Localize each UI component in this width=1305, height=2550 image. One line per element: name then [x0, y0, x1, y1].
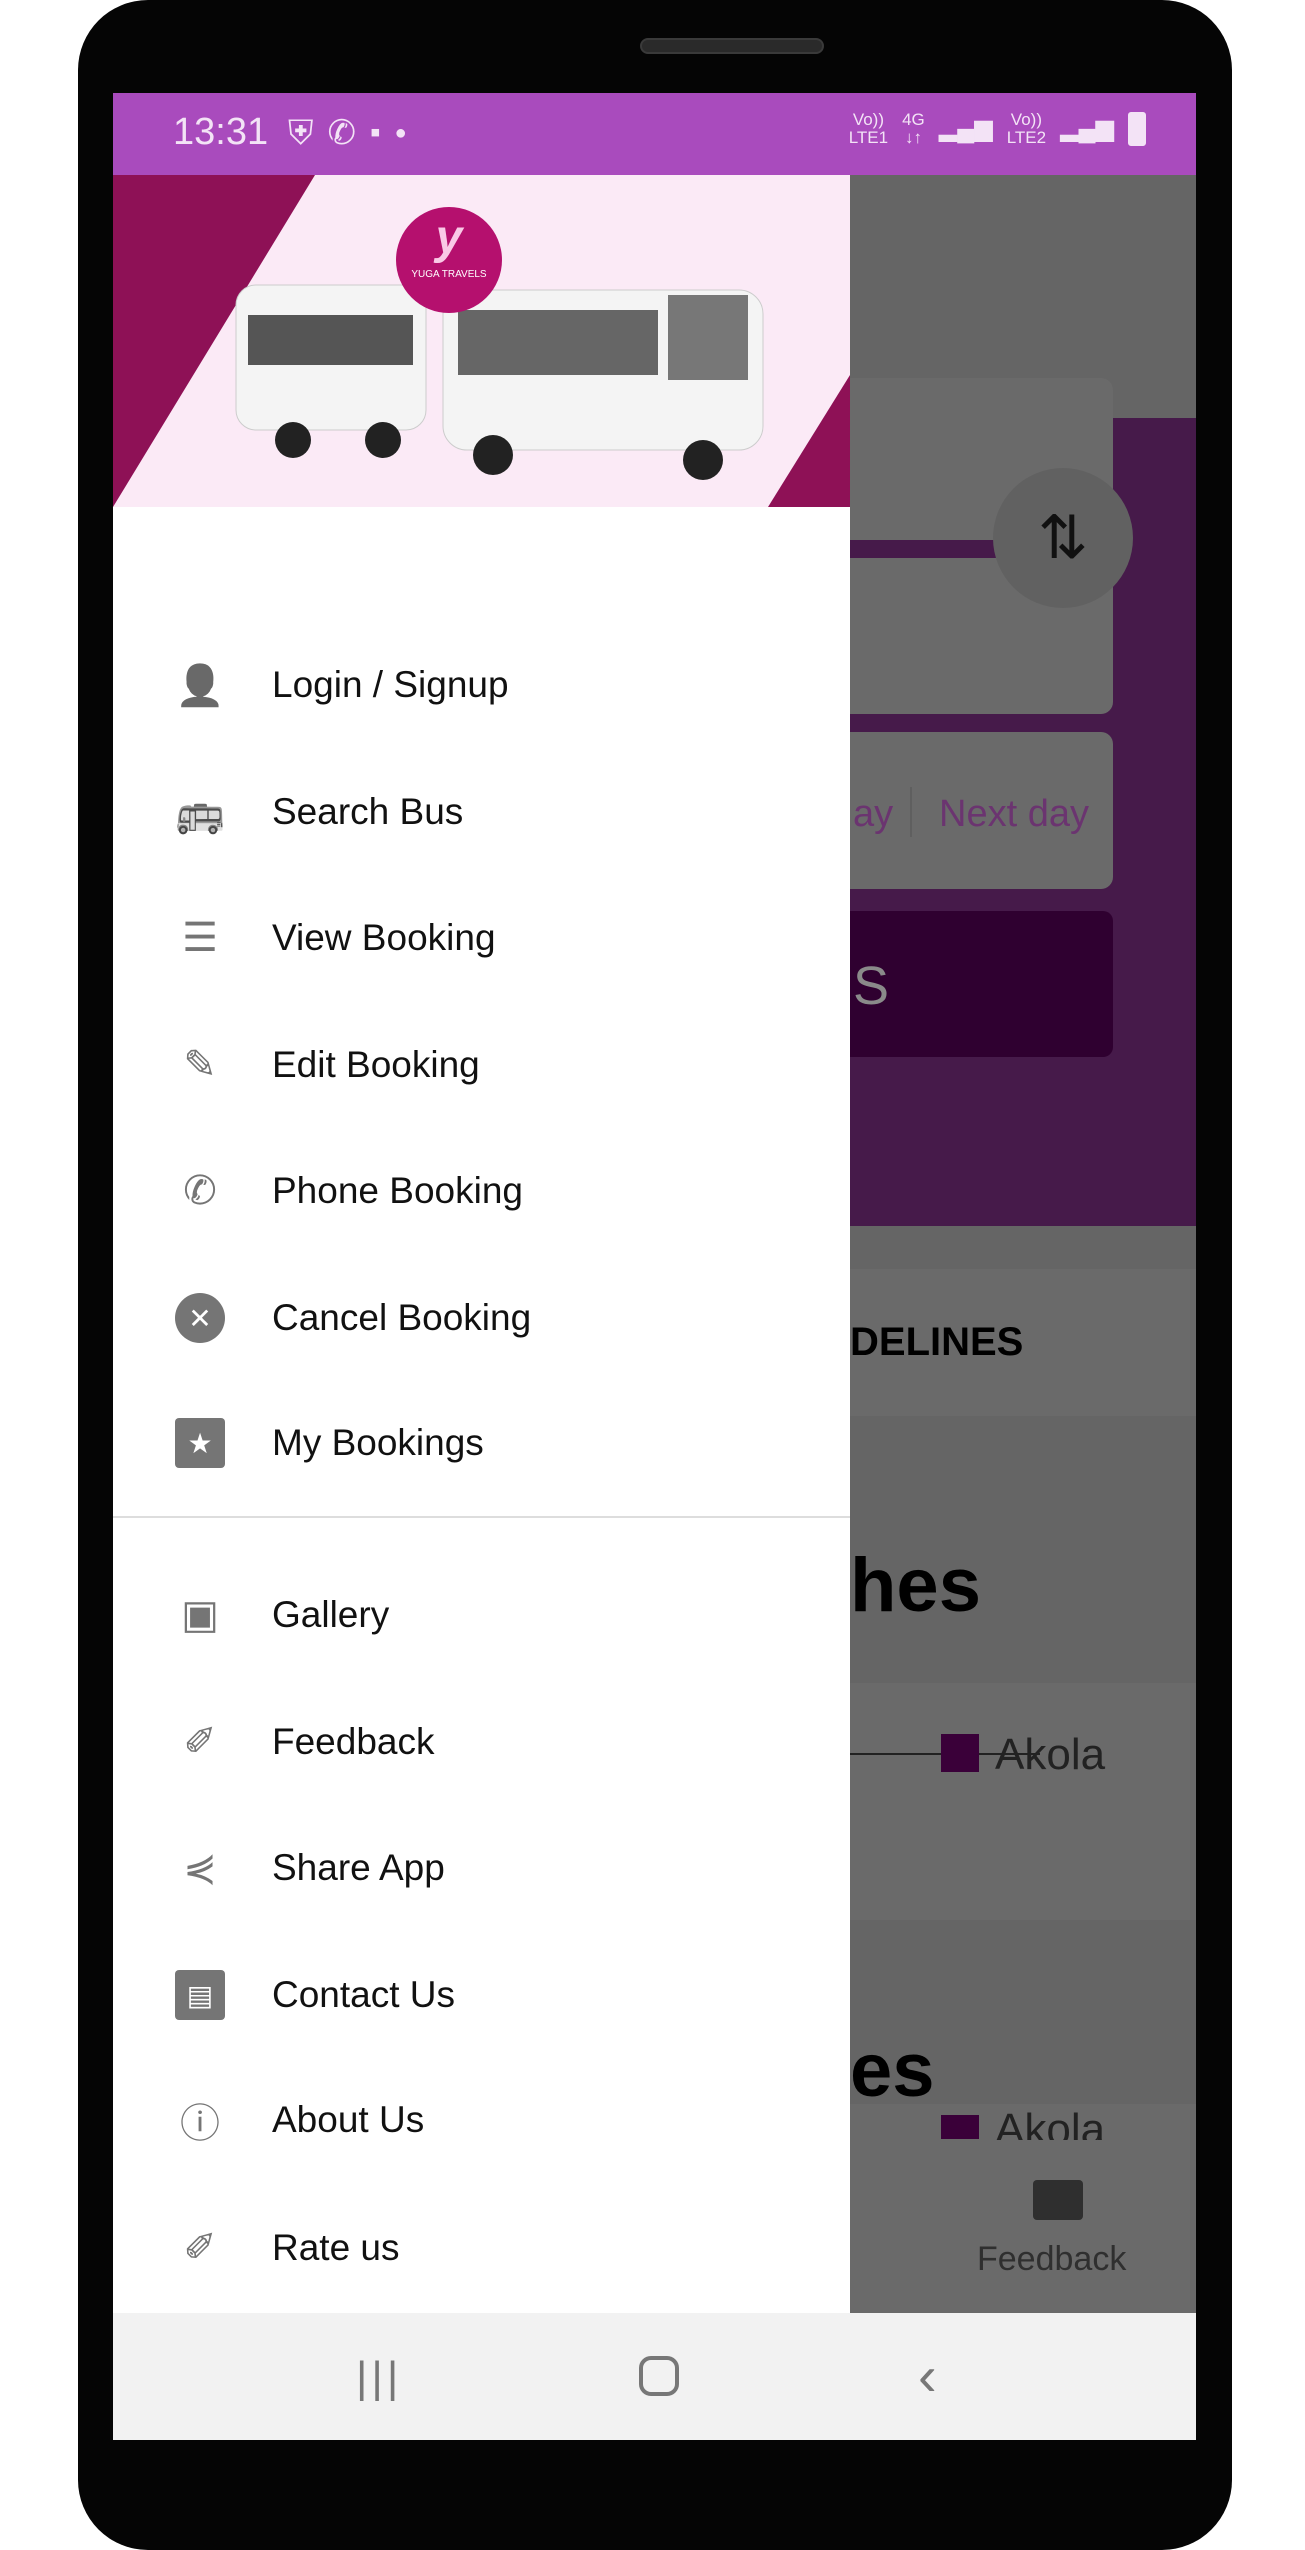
drawer-item-label: View Booking [272, 917, 496, 958]
search-button-label: S [853, 956, 890, 1016]
dot-icon: ● [394, 121, 407, 144]
drawer-item-label: About Us [272, 2099, 425, 2140]
contact-icon: ▤ [175, 1970, 225, 2020]
city-marker [941, 2115, 979, 2139]
bottom-nav-feedback[interactable]: Feedback [977, 2240, 1126, 2279]
drawer-header-banner: y YUGA TRAVELS [113, 175, 850, 507]
message-icon: ▪ [370, 116, 381, 149]
phone-icon: ✆ [183, 1169, 217, 1213]
drawer-item-contact-us[interactable]: ▤ Contact Us [113, 1940, 850, 2050]
section-heading: es [850, 2028, 935, 2113]
feedback-icon: ✐ [183, 1720, 217, 1764]
sim2-volte: Vo)) [1010, 110, 1042, 129]
bus-icon: 🚌 [175, 790, 225, 835]
home-button[interactable] [639, 2356, 679, 2396]
guidelines-label: DELINES [850, 1320, 1024, 1364]
drawer-item-label: Edit Booking [272, 1044, 480, 1085]
drawer-item-edit-booking[interactable]: ✎ Edit Booking [113, 1010, 850, 1120]
drawer-item-label: Rate us [272, 2227, 400, 2268]
yuga-travels-logo: y YUGA TRAVELS [396, 207, 502, 313]
city-marker [941, 1734, 979, 1772]
screen: 13:31 ⛨ ✆ ▪ ● Vo)) LTE1 4G ↓↑ ▂▄▆ Vo)) LTE2… [113, 93, 1196, 2440]
shield-check-icon: ⛨ [288, 113, 314, 152]
receipt-icon: ☰ [182, 916, 218, 960]
drawer-item-label: Feedback [272, 1721, 435, 1762]
drawer-item-label: My Bookings [272, 1422, 484, 1463]
route-city: Akola [995, 1730, 1106, 1779]
sim1-type: 4G [902, 110, 925, 129]
recent-apps-button[interactable]: ||| [356, 2353, 402, 2403]
person-icon: 👤 [175, 663, 225, 708]
share-icon: ⋞ [183, 1846, 217, 1890]
rate-icon: ✐ [183, 2226, 217, 2270]
sim1-network: LTE1 [848, 128, 889, 147]
bottom-navigation: Feedback [850, 2140, 1196, 2313]
drawer-item-phone-booking[interactable]: ✆ Phone Booking [113, 1136, 850, 1246]
drawer-item-label: Contact Us [272, 1974, 456, 2015]
status-bar: 13:31 ⛨ ✆ ▪ ● Vo)) LTE1 4G ↓↑ ▂▄▆ Vo)) LTE2… [113, 93, 1196, 175]
drawer-item-share-app[interactable]: ⋞ Share App [113, 1813, 850, 1923]
ticket-star-icon: ★ [175, 1418, 225, 1468]
cancel-icon: ✕ [175, 1293, 225, 1343]
drawer-item-my-bookings[interactable]: ★ My Bookings [113, 1388, 850, 1498]
drawer-divider [113, 1516, 850, 1518]
drawer-item-label: Gallery [272, 1594, 390, 1635]
drawer-item-view-booking[interactable]: ☰ View Booking [113, 883, 850, 993]
signal-icon: ▂▄▆ [1060, 115, 1114, 142]
signal-icon: ▂▄▆ [938, 115, 993, 142]
feedback-icon[interactable] [1033, 2180, 1083, 2220]
drawer-item-about-us[interactable]: ⓘ About Us [113, 2065, 850, 2175]
status-time: 13:31 [173, 111, 269, 153]
speaker-grille [640, 38, 824, 54]
data-arrows-icon: ↓↑ [904, 128, 922, 147]
drawer-item-gallery[interactable]: ▣ Gallery [113, 1560, 850, 1670]
swap-icon[interactable]: ⇅ [993, 468, 1133, 608]
section-heading: hes [850, 1543, 981, 1628]
date-divider [910, 787, 912, 837]
drawer-item-search-bus[interactable]: 🚌 Search Bus [113, 757, 850, 867]
back-button[interactable]: ‹ [918, 2343, 937, 2408]
gallery-icon: ▣ [181, 1593, 219, 1637]
drawer-item-rate-us[interactable]: ✐ Rate us [113, 2193, 850, 2303]
drawer-item-label: Login / Signup [272, 664, 509, 705]
battery-charging-icon [1128, 112, 1146, 146]
pencil-icon: ✎ [183, 1043, 217, 1087]
navigation-drawer: y YUGA TRAVELS 👤 Login / Signup 🚌 Search Bu… [113, 175, 850, 2313]
today-option[interactable]: ay [853, 793, 893, 836]
drawer-item-label: Share App [272, 1847, 445, 1888]
drawer-item-login-signup[interactable]: 👤 Login / Signup [113, 630, 850, 740]
drawer-item-label: Search Bus [272, 791, 464, 832]
drawer-item-label: Phone Booking [272, 1170, 523, 1211]
drawer-item-cancel-booking[interactable]: ✕ Cancel Booking [113, 1263, 850, 1373]
next-day-option[interactable]: Next day [939, 793, 1089, 836]
whatsapp-icon: ✆ [327, 114, 357, 152]
drawer-item-label: Cancel Booking [272, 1297, 532, 1338]
system-navigation-bar: ||| ‹ [113, 2313, 1196, 2440]
info-icon: ⓘ [180, 2102, 220, 2146]
sim1-volte: Vo)) [852, 110, 884, 129]
sim2-network: LTE2 [1006, 128, 1047, 147]
drawer-item-feedback[interactable]: ✐ Feedback [113, 1687, 850, 1797]
